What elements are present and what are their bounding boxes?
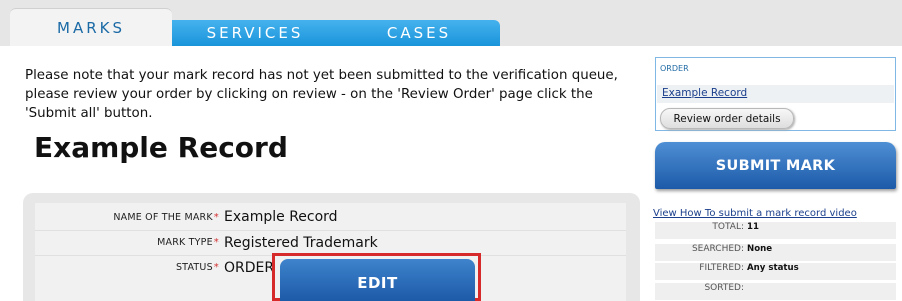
stat-label: SORTED: xyxy=(704,283,744,293)
stat-filtered: FILTERED: Any status xyxy=(655,263,896,280)
required-marker: * xyxy=(213,211,219,223)
stat-value: 11 xyxy=(747,222,759,232)
tab-cases[interactable]: CASES xyxy=(338,20,500,46)
order-item: Example Record xyxy=(657,85,894,103)
field-row-type: MARK TYPE* Registered Trademark xyxy=(35,230,626,254)
stat-label: SEARCHED: xyxy=(691,244,744,254)
stat-searched: SEARCHED: None xyxy=(655,244,896,261)
field-label: MARK TYPE* xyxy=(157,237,219,248)
order-heading: ORDER xyxy=(660,64,689,73)
field-label: NAME OF THE MARK* xyxy=(113,211,219,223)
field-row-name: NAME OF THE MARK* Example Record xyxy=(35,205,626,229)
order-item-link[interactable]: Example Record xyxy=(662,87,747,99)
order-box: ORDER Example Record Review order detail… xyxy=(655,57,896,131)
stat-sorted: SORTED: xyxy=(655,283,896,300)
field-value-status: ORDER xyxy=(224,259,275,276)
how-to-video-link[interactable]: View How To submit a mark record video xyxy=(653,208,857,219)
submission-notice: Please note that your mark record has no… xyxy=(25,68,618,121)
stat-total: TOTAL: 11 xyxy=(655,222,896,239)
stat-label: TOTAL: xyxy=(712,222,744,232)
tab-services[interactable]: SERVICES xyxy=(172,20,338,46)
submit-mark-button[interactable]: SUBMIT MARK xyxy=(655,142,896,189)
stat-value: None xyxy=(747,244,773,254)
tab-bar: MARKS SERVICES CASES xyxy=(0,0,902,46)
stat-value: Any status xyxy=(747,263,799,273)
tab-marks[interactable]: MARKS xyxy=(10,8,172,46)
field-label: STATUS* xyxy=(175,262,219,273)
edit-button[interactable]: EDIT xyxy=(280,259,475,301)
field-value-name: Example Record xyxy=(224,209,338,225)
stat-label: FILTERED: xyxy=(699,263,744,273)
required-marker: * xyxy=(213,237,219,248)
review-order-button[interactable]: Review order details xyxy=(660,108,794,129)
required-marker: * xyxy=(213,262,219,273)
field-value-type: Registered Trademark xyxy=(224,234,378,251)
page-title: Example Record xyxy=(34,131,288,164)
